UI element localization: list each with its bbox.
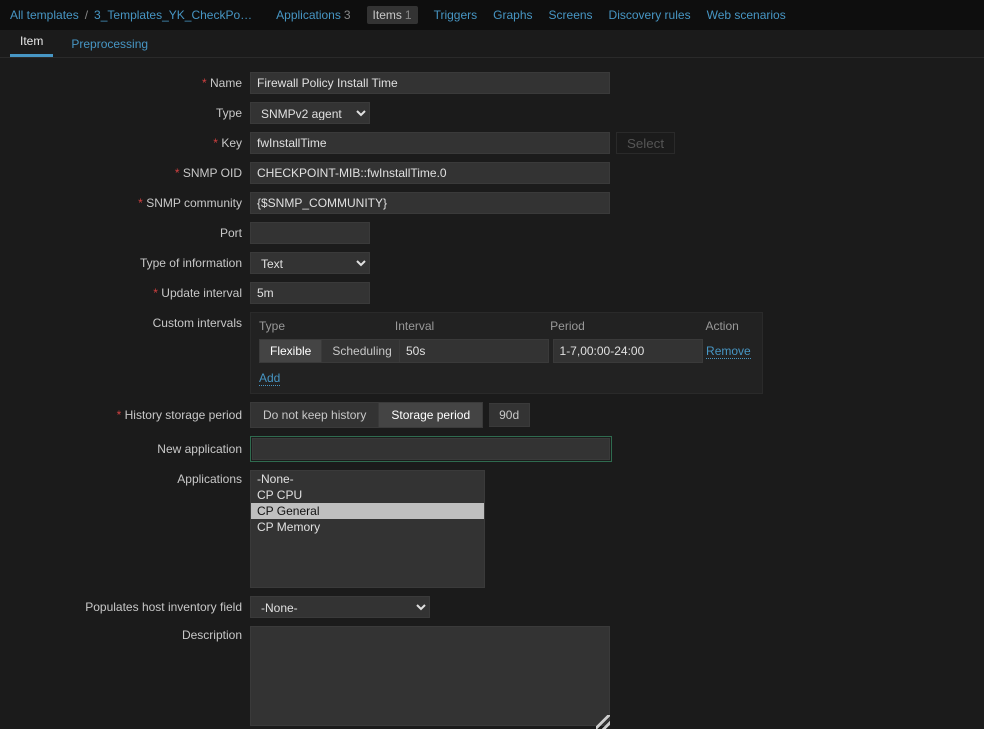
- label-history-storage: History storage period: [0, 408, 250, 422]
- label-new-application: New application: [0, 442, 250, 456]
- ci-interval-input[interactable]: [399, 339, 549, 363]
- nav-items-link[interactable]: Items: [373, 8, 402, 22]
- ci-add-link[interactable]: Add: [259, 371, 280, 386]
- description-wrap: [250, 626, 610, 729]
- ci-scheduling-button[interactable]: Scheduling: [322, 339, 402, 363]
- label-host-inventory: Populates host inventory field: [0, 600, 250, 614]
- ci-head-interval: Interval: [395, 319, 550, 333]
- update-interval-input[interactable]: [250, 282, 370, 304]
- nav-triggers[interactable]: Triggers: [434, 8, 478, 22]
- nav-applications-link[interactable]: Applications: [276, 8, 341, 22]
- app-option-none[interactable]: -None-: [251, 471, 484, 487]
- description-textarea[interactable]: [250, 626, 610, 726]
- port-input[interactable]: [250, 222, 370, 244]
- nav-applications-count: 3: [344, 8, 351, 22]
- history-value[interactable]: 90d: [489, 403, 530, 427]
- applications-listbox[interactable]: -None- CP CPU CP General CP Memory: [250, 470, 485, 588]
- custom-intervals-table: Type Interval Period Action Flexible Sch…: [250, 312, 763, 394]
- tab-item[interactable]: Item: [10, 28, 53, 57]
- name-input[interactable]: [250, 72, 610, 94]
- history-storage-period[interactable]: Storage period: [379, 403, 482, 427]
- new-application-wrap: [250, 436, 612, 462]
- ci-head-action: Action: [705, 319, 754, 333]
- app-option-cp-memory[interactable]: CP Memory: [251, 519, 484, 535]
- label-type-of-info: Type of information: [0, 256, 250, 270]
- app-option-cp-general[interactable]: CP General: [251, 503, 484, 519]
- breadcrumb-current[interactable]: 3_Templates_YK_CheckPo…: [94, 8, 252, 22]
- snmp-community-input[interactable]: [250, 192, 610, 214]
- nav-links: Applications3 Items1 Triggers Graphs Scr…: [276, 6, 786, 24]
- label-snmp-oid: SNMP OID: [0, 166, 250, 180]
- nav-items-count: 1: [405, 8, 412, 22]
- label-applications: Applications: [0, 470, 250, 486]
- label-snmp-community: SNMP community: [0, 196, 250, 210]
- label-name: Name: [0, 76, 250, 90]
- host-inventory-select[interactable]: -None-: [250, 596, 430, 618]
- nav-web[interactable]: Web scenarios: [707, 8, 786, 22]
- breadcrumb-all-templates[interactable]: All templates: [10, 8, 79, 22]
- topbar: All templates / 3_Templates_YK_CheckPo… …: [0, 0, 984, 30]
- label-update-interval: Update interval: [0, 286, 250, 300]
- key-input[interactable]: [250, 132, 610, 154]
- label-key: Key: [0, 136, 250, 150]
- breadcrumb-sep: /: [85, 8, 88, 22]
- label-description: Description: [0, 626, 250, 642]
- type-of-info-select[interactable]: Text: [250, 252, 370, 274]
- ci-flexible-button[interactable]: Flexible: [259, 339, 322, 363]
- app-option-cp-cpu[interactable]: CP CPU: [251, 487, 484, 503]
- key-select-button: Select: [616, 132, 675, 154]
- resize-handle-icon[interactable]: [596, 715, 610, 729]
- history-dont-keep[interactable]: Do not keep history: [251, 403, 379, 427]
- item-form: Name Type SNMPv2 agent Key Select SNMP O…: [0, 58, 984, 729]
- nav-discovery[interactable]: Discovery rules: [609, 8, 691, 22]
- nav-screens[interactable]: Screens: [549, 8, 593, 22]
- form-tabs: Item Preprocessing: [0, 30, 984, 58]
- tab-preprocessing[interactable]: Preprocessing: [61, 31, 158, 57]
- breadcrumb: All templates / 3_Templates_YK_CheckPo…: [10, 8, 252, 22]
- nav-applications[interactable]: Applications3: [276, 8, 350, 22]
- label-type: Type: [0, 106, 250, 120]
- history-segmented: Do not keep history Storage period: [250, 402, 483, 428]
- label-custom-intervals: Custom intervals: [0, 312, 250, 330]
- ci-period-input[interactable]: [553, 339, 703, 363]
- ci-head-type: Type: [259, 319, 395, 333]
- snmp-oid-input[interactable]: [250, 162, 610, 184]
- new-application-input[interactable]: [252, 438, 610, 460]
- ci-remove-link[interactable]: Remove: [706, 344, 751, 359]
- ci-head-period: Period: [550, 319, 705, 333]
- label-port: Port: [0, 226, 250, 240]
- type-select[interactable]: SNMPv2 agent: [250, 102, 370, 124]
- nav-items[interactable]: Items1: [367, 6, 418, 24]
- ci-type-toggle: Flexible Scheduling: [259, 339, 403, 363]
- nav-graphs[interactable]: Graphs: [493, 8, 532, 22]
